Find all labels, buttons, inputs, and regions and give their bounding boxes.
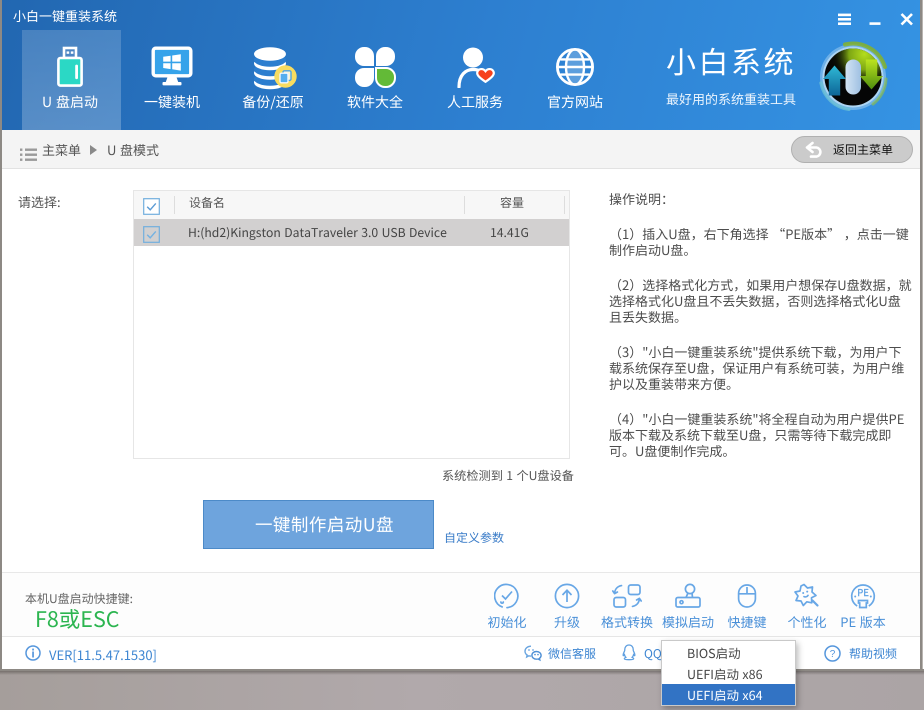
svg-text:PE: PE xyxy=(857,585,869,599)
svg-text:?: ? xyxy=(830,645,836,660)
